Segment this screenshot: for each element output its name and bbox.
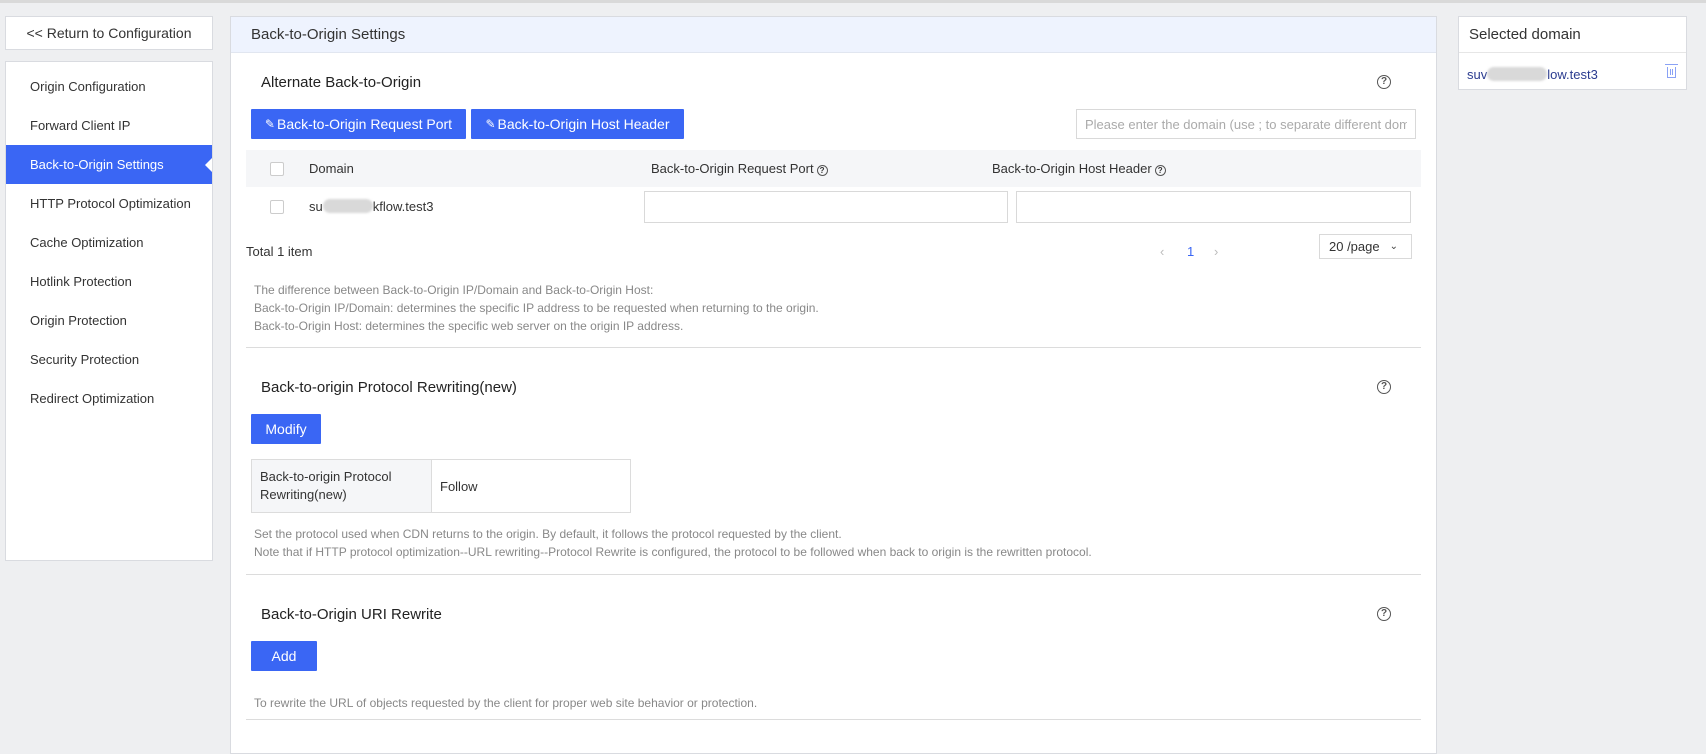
page-size-value: 20 /page: [1329, 239, 1380, 254]
help-icon[interactable]: ?: [1377, 75, 1391, 89]
column-request-port: Back-to-Origin Request Port?: [651, 150, 828, 187]
help-icon[interactable]: ?: [1154, 165, 1166, 176]
row-checkbox[interactable]: [270, 200, 284, 214]
chevron-down-icon: ⌄: [1389, 241, 1398, 252]
main-panel: Back-to-Origin Settings Alternate Back-t…: [230, 16, 1437, 754]
uri-note: To rewrite the URL of objects requested …: [254, 696, 758, 710]
host-header-input[interactable]: [1016, 191, 1411, 223]
sidebar-item-hotlink-protection[interactable]: Hotlink Protection: [6, 262, 212, 301]
domain-search-input[interactable]: [1076, 109, 1416, 139]
sidebar-item-forward-client-ip[interactable]: Forward Client IP: [6, 106, 212, 145]
sidebar-item-security-protection[interactable]: Security Protection: [6, 340, 212, 379]
protocol-rewriting-table: Back-to-origin Protocol Rewriting(new) F…: [251, 459, 631, 513]
protocol-notes: Set the protocol used when CDN returns t…: [254, 525, 1092, 561]
uri-rewrite-title: Back-to-Origin URI Rewrite: [261, 606, 442, 623]
trash-icon[interactable]: [1665, 64, 1678, 78]
redacted-mask: [1487, 67, 1548, 81]
section-divider: [246, 719, 1421, 720]
add-button[interactable]: Add: [251, 641, 317, 671]
sidebar-item-redirect-optimization[interactable]: Redirect Optimization: [6, 379, 212, 418]
selected-domain-panel: Selected domain suv low.test3: [1458, 16, 1687, 90]
button-label: Back-to-Origin Host Header: [497, 116, 670, 132]
column-host-header: Back-to-Origin Host Header?: [992, 150, 1166, 187]
back-to-origin-host-header-button[interactable]: ✎ Back-to-Origin Host Header: [471, 109, 684, 139]
column-label: Back-to-Origin Host Header: [992, 161, 1152, 176]
note-line: Back-to-Origin Host: determines the spec…: [254, 319, 684, 333]
page-title: Back-to-Origin Settings: [231, 17, 1436, 53]
alternate-back-to-origin-title: Alternate Back-to-Origin: [261, 74, 422, 91]
top-border: [0, 0, 1706, 3]
sidebar-item-origin-configuration[interactable]: Origin Configuration: [6, 67, 212, 106]
edit-icon: ✎: [264, 117, 275, 131]
section-divider: [246, 347, 1421, 348]
sidebar-item-http-protocol-optimization[interactable]: HTTP Protocol Optimization: [6, 184, 212, 223]
row-domain: su kflow.test3: [309, 188, 433, 226]
total-count: Total 1 item: [246, 244, 313, 259]
column-domain: Domain: [309, 161, 354, 176]
selected-domain-item: suv low.test3: [1467, 67, 1598, 82]
note-line: The difference between Back-to-Origin IP…: [254, 283, 654, 297]
note-line: Back-to-Origin IP/Domain: determines the…: [254, 301, 819, 315]
table-row: su kflow.test3: [246, 188, 1421, 230]
sidebar-item-origin-protection[interactable]: Origin Protection: [6, 301, 212, 340]
domain-prefix: su: [309, 199, 323, 214]
pager-page-1[interactable]: 1: [1187, 244, 1194, 259]
domain-suffix: low.test3: [1547, 67, 1598, 82]
selected-domain-title: Selected domain: [1459, 17, 1686, 53]
select-all-checkbox[interactable]: [270, 162, 284, 176]
domain-prefix: suv: [1467, 67, 1488, 82]
note-line: Note that if HTTP protocol optimization-…: [254, 545, 1092, 559]
note-line: Set the protocol used when CDN returns t…: [254, 527, 842, 541]
protocol-rewriting-title: Back-to-origin Protocol Rewriting(new): [261, 379, 517, 396]
protocol-rewriting-value: Follow: [440, 478, 478, 494]
page-size-select[interactable]: 20 /page ⌄: [1319, 234, 1412, 259]
help-icon[interactable]: ?: [816, 165, 828, 176]
pager-prev-button[interactable]: ‹: [1160, 244, 1164, 259]
sidebar-item-cache-optimization[interactable]: Cache Optimization: [6, 223, 212, 262]
column-label: Back-to-Origin Request Port: [651, 161, 814, 176]
request-port-input[interactable]: [644, 191, 1008, 223]
table-header: Domain Back-to-Origin Request Port? Back…: [246, 150, 1421, 187]
sidebar-item-back-to-origin-settings[interactable]: Back-to-Origin Settings: [6, 145, 212, 184]
pager-next-button[interactable]: ›: [1214, 244, 1218, 259]
help-icon[interactable]: ?: [1377, 380, 1391, 394]
protocol-rewriting-key: Back-to-origin Protocol Rewriting(new): [252, 460, 432, 512]
edit-icon: ✎: [485, 117, 496, 131]
modify-button[interactable]: Modify: [251, 414, 321, 444]
redacted-mask: [322, 199, 373, 213]
back-to-origin-request-port-button[interactable]: ✎ Back-to-Origin Request Port: [251, 109, 466, 139]
section-divider: [246, 574, 1421, 575]
return-to-configuration-button[interactable]: << Return to Configuration: [5, 16, 213, 50]
help-icon[interactable]: ?: [1377, 607, 1391, 621]
alternate-notes: The difference between Back-to-Origin IP…: [254, 281, 819, 335]
sidebar-nav: Origin Configuration Forward Client IP B…: [5, 61, 213, 561]
domain-suffix: kflow.test3: [372, 199, 434, 214]
button-label: Back-to-Origin Request Port: [276, 116, 453, 132]
